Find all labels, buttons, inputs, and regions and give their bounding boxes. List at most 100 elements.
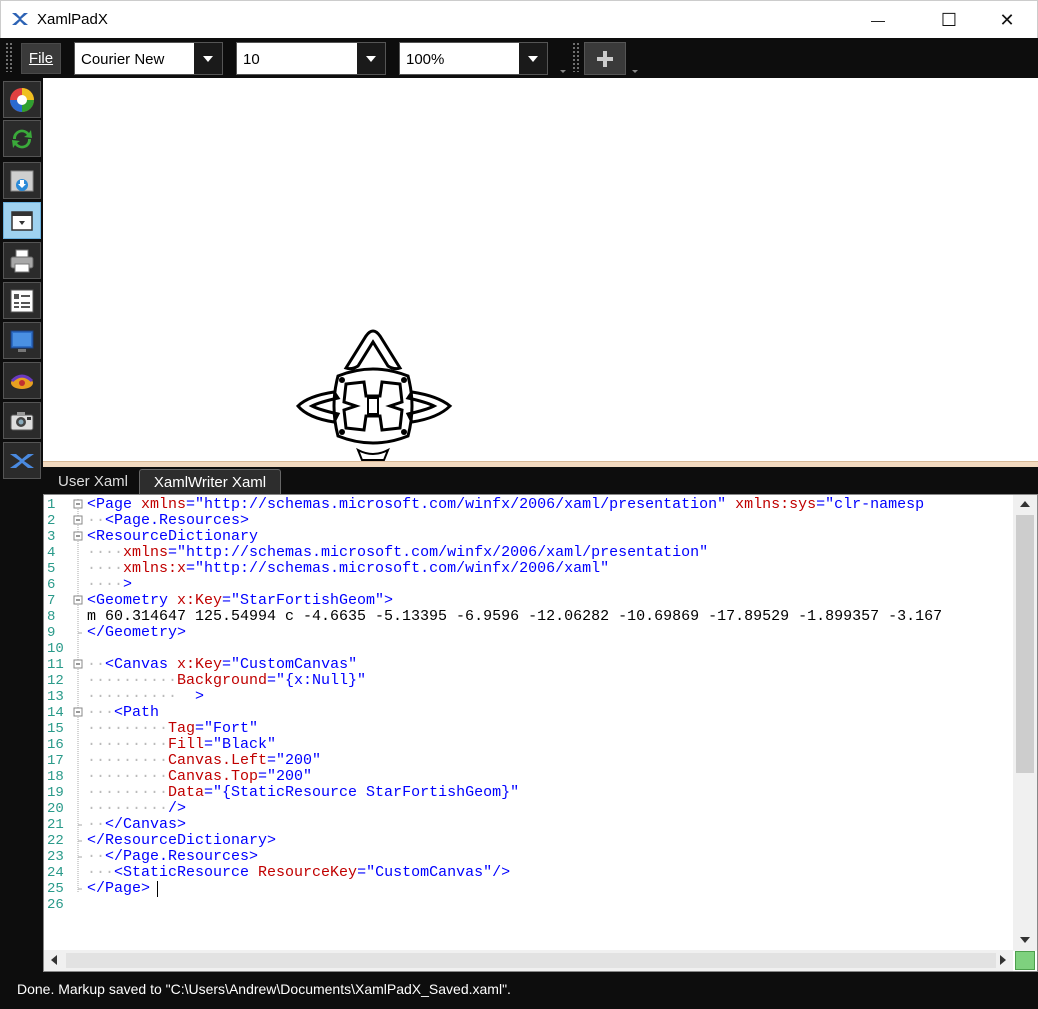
plugin-icon	[10, 374, 34, 389]
camera-icon	[10, 411, 34, 430]
code-editor[interactable]: 1 2 3 4 5 6 7 8 9 10 11 12 13 14 15 16 17 18 19 20 21 22 23 24 2…	[43, 494, 1038, 972]
line-number: 18	[47, 769, 64, 785]
code-token: ··········	[87, 672, 178, 689]
color-wheel-button[interactable]	[3, 81, 41, 118]
scroll-left-icon[interactable]	[51, 955, 57, 965]
code-token: ="Fort"	[195, 720, 259, 737]
list-view-button[interactable]	[3, 282, 41, 319]
tab-strip: User Xaml XamlWriter Xaml	[43, 467, 1038, 494]
code-token: Canvas.Left	[168, 752, 268, 769]
line-number: 23	[47, 849, 64, 865]
line-number: 2	[47, 513, 56, 529]
minimize-button[interactable]: —	[855, 1, 901, 39]
panel-toggle-button[interactable]	[3, 202, 41, 239]
zoom-value: 100%	[406, 51, 445, 68]
print-icon	[10, 249, 34, 272]
code-token: Background	[177, 672, 268, 689]
maximize-button[interactable]: ☐	[926, 1, 972, 39]
code-token: ··	[87, 848, 106, 865]
list-view-icon	[10, 289, 34, 312]
code-token: ··	[87, 656, 106, 673]
code-line: ·········Tag="Fort"	[87, 721, 258, 737]
code-token: </Page>	[87, 880, 151, 897]
xamlpad-logo-icon	[12, 13, 28, 25]
close-icon: ✕	[999, 9, 1015, 30]
download-button[interactable]	[3, 162, 41, 199]
refresh-button[interactable]	[3, 120, 41, 157]
line-number: 8	[47, 609, 56, 625]
toolbar-overflow-icon[interactable]	[560, 68, 566, 74]
code-line: ·········Canvas.Top="200"	[87, 769, 312, 785]
zoom-select[interactable]: 100%	[399, 42, 548, 75]
code-token: <StaticResource	[114, 864, 259, 881]
code-line: <Page xmlns="http://schemas.microsoft.co…	[87, 497, 924, 513]
line-number: 19	[47, 785, 64, 801]
code-token: ····	[87, 560, 124, 577]
code-token: <Canvas	[105, 656, 178, 673]
horizontal-scrollbar[interactable]	[44, 950, 1013, 971]
code-line: </ResourceDictionary>	[87, 833, 276, 849]
scroll-up-icon[interactable]	[1020, 501, 1030, 507]
scroll-right-icon[interactable]	[1000, 955, 1006, 965]
code-line: ····xmlns:x="http://schemas.microsoft.co…	[87, 561, 609, 577]
code-token: ·········	[87, 736, 169, 753]
camera-button[interactable]	[3, 402, 41, 439]
code-token: <Page	[87, 496, 142, 513]
code-token: ResourceKey	[258, 864, 358, 881]
line-number: 21	[47, 817, 64, 833]
line-number: 4	[47, 545, 56, 561]
toolbar-grip[interactable]	[5, 42, 13, 72]
code-line: ·········/>	[87, 801, 186, 817]
horizontal-scroll-thumb[interactable]	[66, 953, 996, 968]
code-line: </Geometry>	[87, 625, 186, 641]
font-size-dropdown-button[interactable]	[357, 43, 385, 74]
resize-grip[interactable]	[1015, 951, 1035, 970]
code-token: ="clr-namesp	[816, 496, 925, 513]
line-number: 10	[47, 641, 64, 657]
code-token: xmlns:sys	[735, 496, 817, 513]
xamlpad-logo-button[interactable]	[3, 442, 41, 479]
code-line: ····>	[87, 577, 132, 593]
close-button[interactable]: ✕	[984, 1, 1030, 39]
vertical-scrollbar[interactable]	[1013, 495, 1037, 951]
minimize-icon: —	[871, 12, 885, 28]
zoom-dropdown-button[interactable]	[519, 43, 547, 74]
toolbar-grip[interactable]	[572, 42, 580, 72]
code-token: ·········	[87, 768, 169, 785]
line-number: 15	[47, 721, 64, 737]
line-number: 9	[47, 625, 56, 641]
code-token: </ResourceDictionary>	[87, 832, 277, 849]
code-line: <ResourceDictionary	[87, 529, 258, 545]
font-size-select[interactable]: 10	[236, 42, 386, 75]
scroll-down-icon[interactable]	[1020, 937, 1030, 943]
xamlpad-logo-icon	[10, 453, 34, 468]
code-token: </Canvas>	[105, 816, 187, 833]
line-number: 5	[47, 561, 56, 577]
plugin-button[interactable]	[3, 362, 41, 399]
add-button[interactable]	[584, 42, 626, 75]
code-token: ="http://schemas.microsoft.com/winfx/200…	[168, 544, 709, 561]
code-token: ·········	[87, 752, 169, 769]
monitor-button[interactable]	[3, 322, 41, 359]
code-token: <Path	[114, 704, 160, 721]
code-line: ·········Fill="Black"	[87, 737, 276, 753]
code-text-area[interactable]: <Page xmlns="http://schemas.microsoft.co…	[87, 495, 1013, 951]
toolbar-overflow-icon[interactable]	[632, 68, 638, 74]
code-line: ····xmlns="http://schemas.microsoft.com/…	[87, 545, 708, 561]
fold-margin	[73, 499, 83, 893]
code-token: ··········	[87, 688, 178, 705]
tab-user-xaml[interactable]: User Xaml	[47, 469, 139, 494]
font-family-dropdown-button[interactable]	[194, 43, 222, 74]
line-number: 14	[47, 705, 64, 721]
vertical-scroll-thumb[interactable]	[1016, 515, 1034, 773]
code-token: <ResourceDictionary	[87, 528, 259, 545]
line-number: 12	[47, 673, 64, 689]
main-toolbar: File Courier New 10 100%	[0, 38, 1038, 78]
tab-xamlwriter-xaml[interactable]: XamlWriter Xaml	[139, 469, 281, 494]
line-number: 24	[47, 865, 64, 881]
file-menu-button[interactable]: File	[21, 43, 61, 74]
print-button[interactable]	[3, 242, 41, 279]
code-token: ···	[87, 864, 115, 881]
title-bar: XamlPadX — ☐ ✕	[0, 0, 1038, 38]
font-family-select[interactable]: Courier New	[74, 42, 223, 75]
